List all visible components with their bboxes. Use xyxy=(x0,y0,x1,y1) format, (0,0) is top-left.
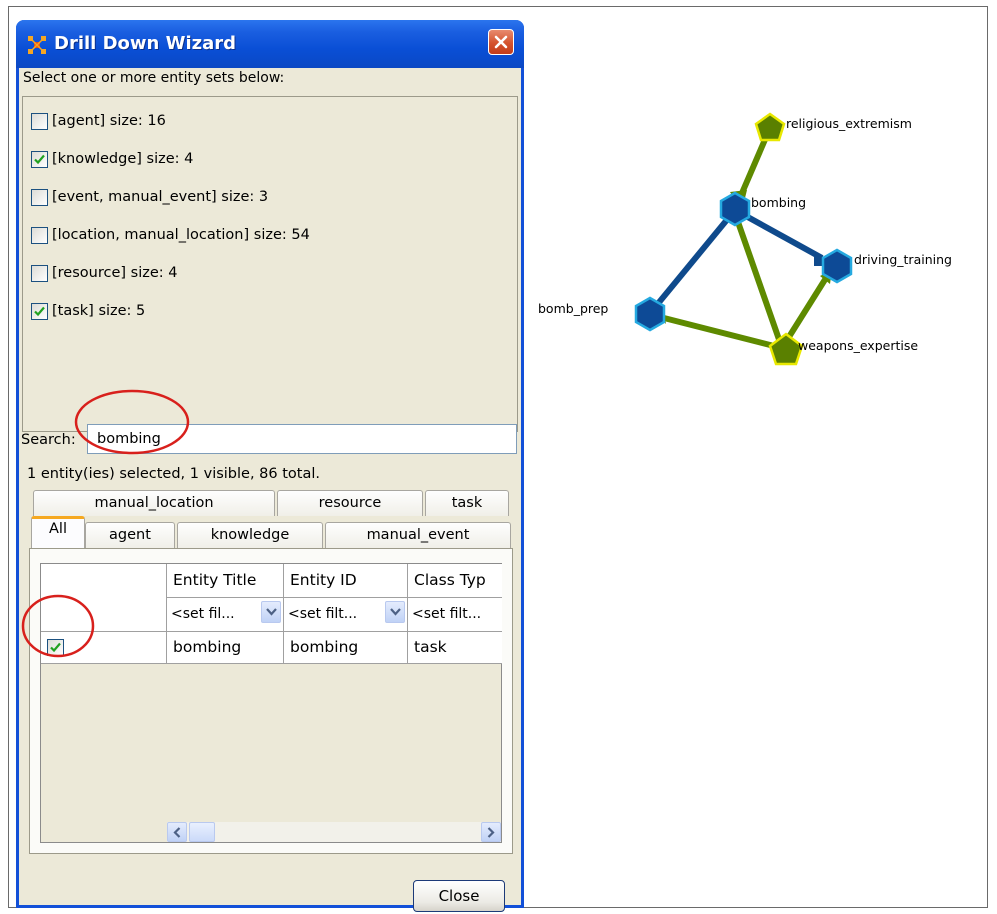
graph-node-religious-extremism[interactable]: religious_extremism xyxy=(754,112,912,142)
table-cell-class-type[interactable]: task xyxy=(408,632,502,664)
table-cell-entity-id[interactable]: bombing xyxy=(284,632,408,664)
checkmark-icon xyxy=(34,306,45,316)
tab-resource[interactable]: resource xyxy=(277,490,423,516)
table-cell-entity-title[interactable]: bombing xyxy=(167,632,284,664)
window-title: Drill Down Wizard xyxy=(54,33,237,54)
entity-set-label: [event, manual_event] size: 3 xyxy=(52,189,269,205)
entity-set-location[interactable]: [location, manual_location] size: 54 xyxy=(31,224,310,246)
edge-weapons-expertise-bombing xyxy=(735,221,785,349)
tab-task[interactable]: task xyxy=(425,490,509,516)
row-select-checkbox[interactable] xyxy=(47,639,64,656)
column-header-entity-title[interactable]: Entity Title xyxy=(167,564,284,598)
entity-table: Entity Title Entity ID Class Typ <set fi… xyxy=(40,563,502,843)
entity-set-label: [agent] size: 16 xyxy=(52,113,166,129)
search-input[interactable] xyxy=(87,424,517,454)
scroll-left-button[interactable] xyxy=(167,822,187,842)
entity-set-agent[interactable]: [agent] size: 16 xyxy=(31,110,166,132)
graph-node-driving-training[interactable]: driving_training xyxy=(821,248,952,284)
entity-set-checkbox[interactable] xyxy=(31,188,48,206)
graph-node-bombing[interactable]: bombing xyxy=(719,191,806,227)
chevron-down-icon[interactable] xyxy=(385,601,405,623)
entity-set-event[interactable]: [event, manual_event] size: 3 xyxy=(31,186,268,208)
app-grid-icon xyxy=(28,36,46,54)
filter-value: <set fil... xyxy=(171,606,235,622)
horizontal-scrollbar[interactable] xyxy=(167,822,501,842)
entity-set-label: [task] size: 5 xyxy=(52,303,146,319)
selection-status: 1 entity(ies) selected, 1 visible, 86 to… xyxy=(27,466,321,482)
table-row-select-cell[interactable] xyxy=(41,632,167,664)
tab-manual-event[interactable]: manual_event xyxy=(325,522,511,548)
node-label: religious_extremism xyxy=(786,116,912,131)
chevron-down-icon[interactable] xyxy=(261,601,281,623)
entity-set-label: [resource] size: 4 xyxy=(52,265,178,281)
tab-panel-all: Entity Title Entity ID Class Typ <set fi… xyxy=(29,548,513,854)
filter-dropdown-class-type[interactable]: <set filt... xyxy=(408,598,502,632)
entity-set-checkbox[interactable] xyxy=(31,264,48,282)
scroll-right-button[interactable] xyxy=(481,822,501,842)
entity-set-label: [knowledge] size: 4 xyxy=(52,151,194,167)
hexagon-node-icon xyxy=(719,191,751,227)
scroll-thumb[interactable] xyxy=(189,822,215,842)
entity-set-resource[interactable]: [resource] size: 4 xyxy=(31,262,177,284)
edge-weapons-expertise-bomb-prep xyxy=(663,315,783,351)
node-label: weapons_expertise xyxy=(798,338,918,353)
hexagon-node-icon xyxy=(634,296,666,332)
entity-set-checkbox[interactable] xyxy=(31,150,48,168)
tab-manual-location[interactable]: manual_location xyxy=(33,490,275,516)
filter-value: <set filt... xyxy=(412,606,482,622)
node-label: bomb_prep xyxy=(538,301,608,316)
close-icon xyxy=(494,35,508,49)
chevron-right-icon xyxy=(487,827,495,838)
entity-set-checkbox[interactable] xyxy=(31,302,48,320)
hexagon-node-icon xyxy=(821,248,853,284)
entity-set-task[interactable]: [task] size: 5 xyxy=(31,300,145,322)
entity-set-list: [agent] size: 16 [knowledge] size: 4 [ev… xyxy=(22,96,518,432)
search-row: Search: xyxy=(19,422,521,456)
checkmark-icon xyxy=(50,642,61,653)
edge-bombing-bomb-prep xyxy=(653,208,738,308)
filter-dropdown-entity-id[interactable]: <set filt... xyxy=(284,598,408,632)
entity-set-checkbox[interactable] xyxy=(31,112,48,130)
entity-set-prompt: Select one or more entity sets below: xyxy=(23,70,285,86)
title-bar[interactable]: Drill Down Wizard xyxy=(16,20,524,68)
tab-all[interactable]: All xyxy=(31,516,85,550)
graph-node-weapons-expertise[interactable]: weapons_expertise xyxy=(768,332,918,366)
search-label: Search: xyxy=(21,432,76,448)
network-graph[interactable]: religious_extremism bombing driving_trai… xyxy=(530,100,970,390)
close-button[interactable]: Close xyxy=(413,880,505,912)
filter-dropdown-entity-title[interactable]: <set fil... xyxy=(167,598,284,632)
drill-down-wizard-window: Drill Down Wizard Select one or more ent… xyxy=(16,20,524,912)
column-header-entity-id[interactable]: Entity ID xyxy=(284,564,408,598)
table-corner-cell xyxy=(41,564,167,632)
pentagon-node-icon xyxy=(754,112,786,142)
entity-set-checkbox[interactable] xyxy=(31,226,48,244)
tab-agent[interactable]: agent xyxy=(85,522,175,548)
checkmark-icon xyxy=(34,154,45,164)
chevron-left-icon xyxy=(173,827,181,838)
graph-node-bomb-prep[interactable]: bomb_prep xyxy=(538,296,666,332)
node-label: bombing xyxy=(751,195,806,210)
tab-knowledge[interactable]: knowledge xyxy=(177,522,323,548)
entity-set-knowledge[interactable]: [knowledge] size: 4 xyxy=(31,148,193,170)
node-label: driving_training xyxy=(854,252,952,267)
column-header-class-type[interactable]: Class Typ xyxy=(408,564,502,598)
filter-value: <set filt... xyxy=(288,606,358,622)
entity-set-label: [location, manual_location] size: 54 xyxy=(52,227,310,243)
window-close-button[interactable] xyxy=(488,29,514,55)
